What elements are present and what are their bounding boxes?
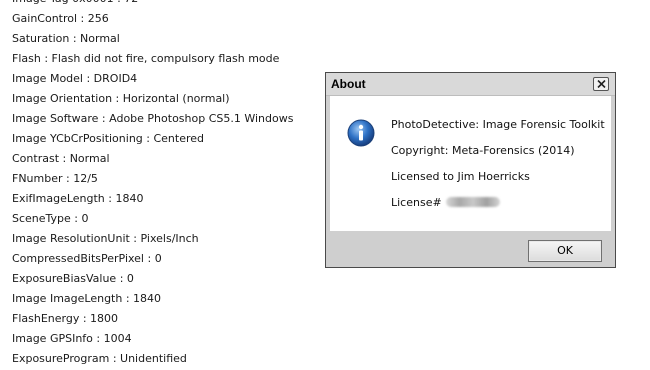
licensee-text: Licensed to Jim Hoerricks bbox=[391, 170, 530, 183]
metadata-row: ExifImageLength : 1840 bbox=[12, 192, 144, 205]
ok-button[interactable]: OK bbox=[528, 240, 602, 262]
metadata-row: Image ResolutionUnit : Pixels/Inch bbox=[12, 232, 199, 245]
close-icon bbox=[597, 80, 606, 88]
metadata-row: FNumber : 12/5 bbox=[12, 172, 98, 185]
license-label: License# bbox=[391, 196, 442, 209]
metadata-row: Image Model : DROID4 bbox=[12, 72, 138, 85]
metadata-row: Image Software : Adobe Photoshop CS5.1 W… bbox=[12, 112, 294, 125]
redacted-license-value bbox=[445, 197, 500, 207]
info-icon bbox=[347, 119, 375, 147]
metadata-row: Image ImageLength : 1840 bbox=[12, 292, 162, 305]
metadata-row: ExposureProgram : Unidentified bbox=[12, 352, 187, 365]
metadata-row: Image YCbCrPositioning : Centered bbox=[12, 132, 205, 145]
close-button[interactable] bbox=[593, 77, 609, 91]
license-number: License# bbox=[391, 196, 500, 209]
metadata-row: Image Tag 0x0001 : 72 bbox=[12, 0, 293, 9]
exif-metadata-list: Image Tag 0x0001 : 72 GainControl : 256 … bbox=[12, 0, 293, 369]
dialog-titlebar[interactable]: About bbox=[326, 73, 615, 96]
metadata-row: Image GPSInfo : 1004 bbox=[12, 332, 132, 345]
dialog-content: PhotoDetective: Image Forensic Toolkit C… bbox=[330, 96, 611, 231]
dialog-title: About bbox=[331, 77, 366, 91]
metadata-row: ExposureBiasValue : 0 bbox=[12, 272, 134, 285]
metadata-row: Saturation : Normal bbox=[12, 32, 120, 45]
metadata-row: GainControl : 256 bbox=[12, 12, 109, 25]
product-name: PhotoDetective: Image Forensic Toolkit bbox=[391, 118, 605, 131]
metadata-row: CompressedBitsPerPixel : 0 bbox=[12, 252, 162, 265]
metadata-row: FlashEnergy : 1800 bbox=[12, 312, 119, 325]
metadata-row: Contrast : Normal bbox=[12, 152, 110, 165]
metadata-row: Image Orientation : Horizontal (normal) bbox=[12, 92, 230, 105]
metadata-row: Flash : Flash did not fire, compulsory f… bbox=[12, 52, 280, 65]
metadata-row: SceneType : 0 bbox=[12, 212, 89, 225]
about-dialog: About PhotoDetective: Image Forensic Too… bbox=[325, 72, 616, 268]
copyright-text: Copyright: Meta-Forensics (2014) bbox=[391, 144, 575, 157]
